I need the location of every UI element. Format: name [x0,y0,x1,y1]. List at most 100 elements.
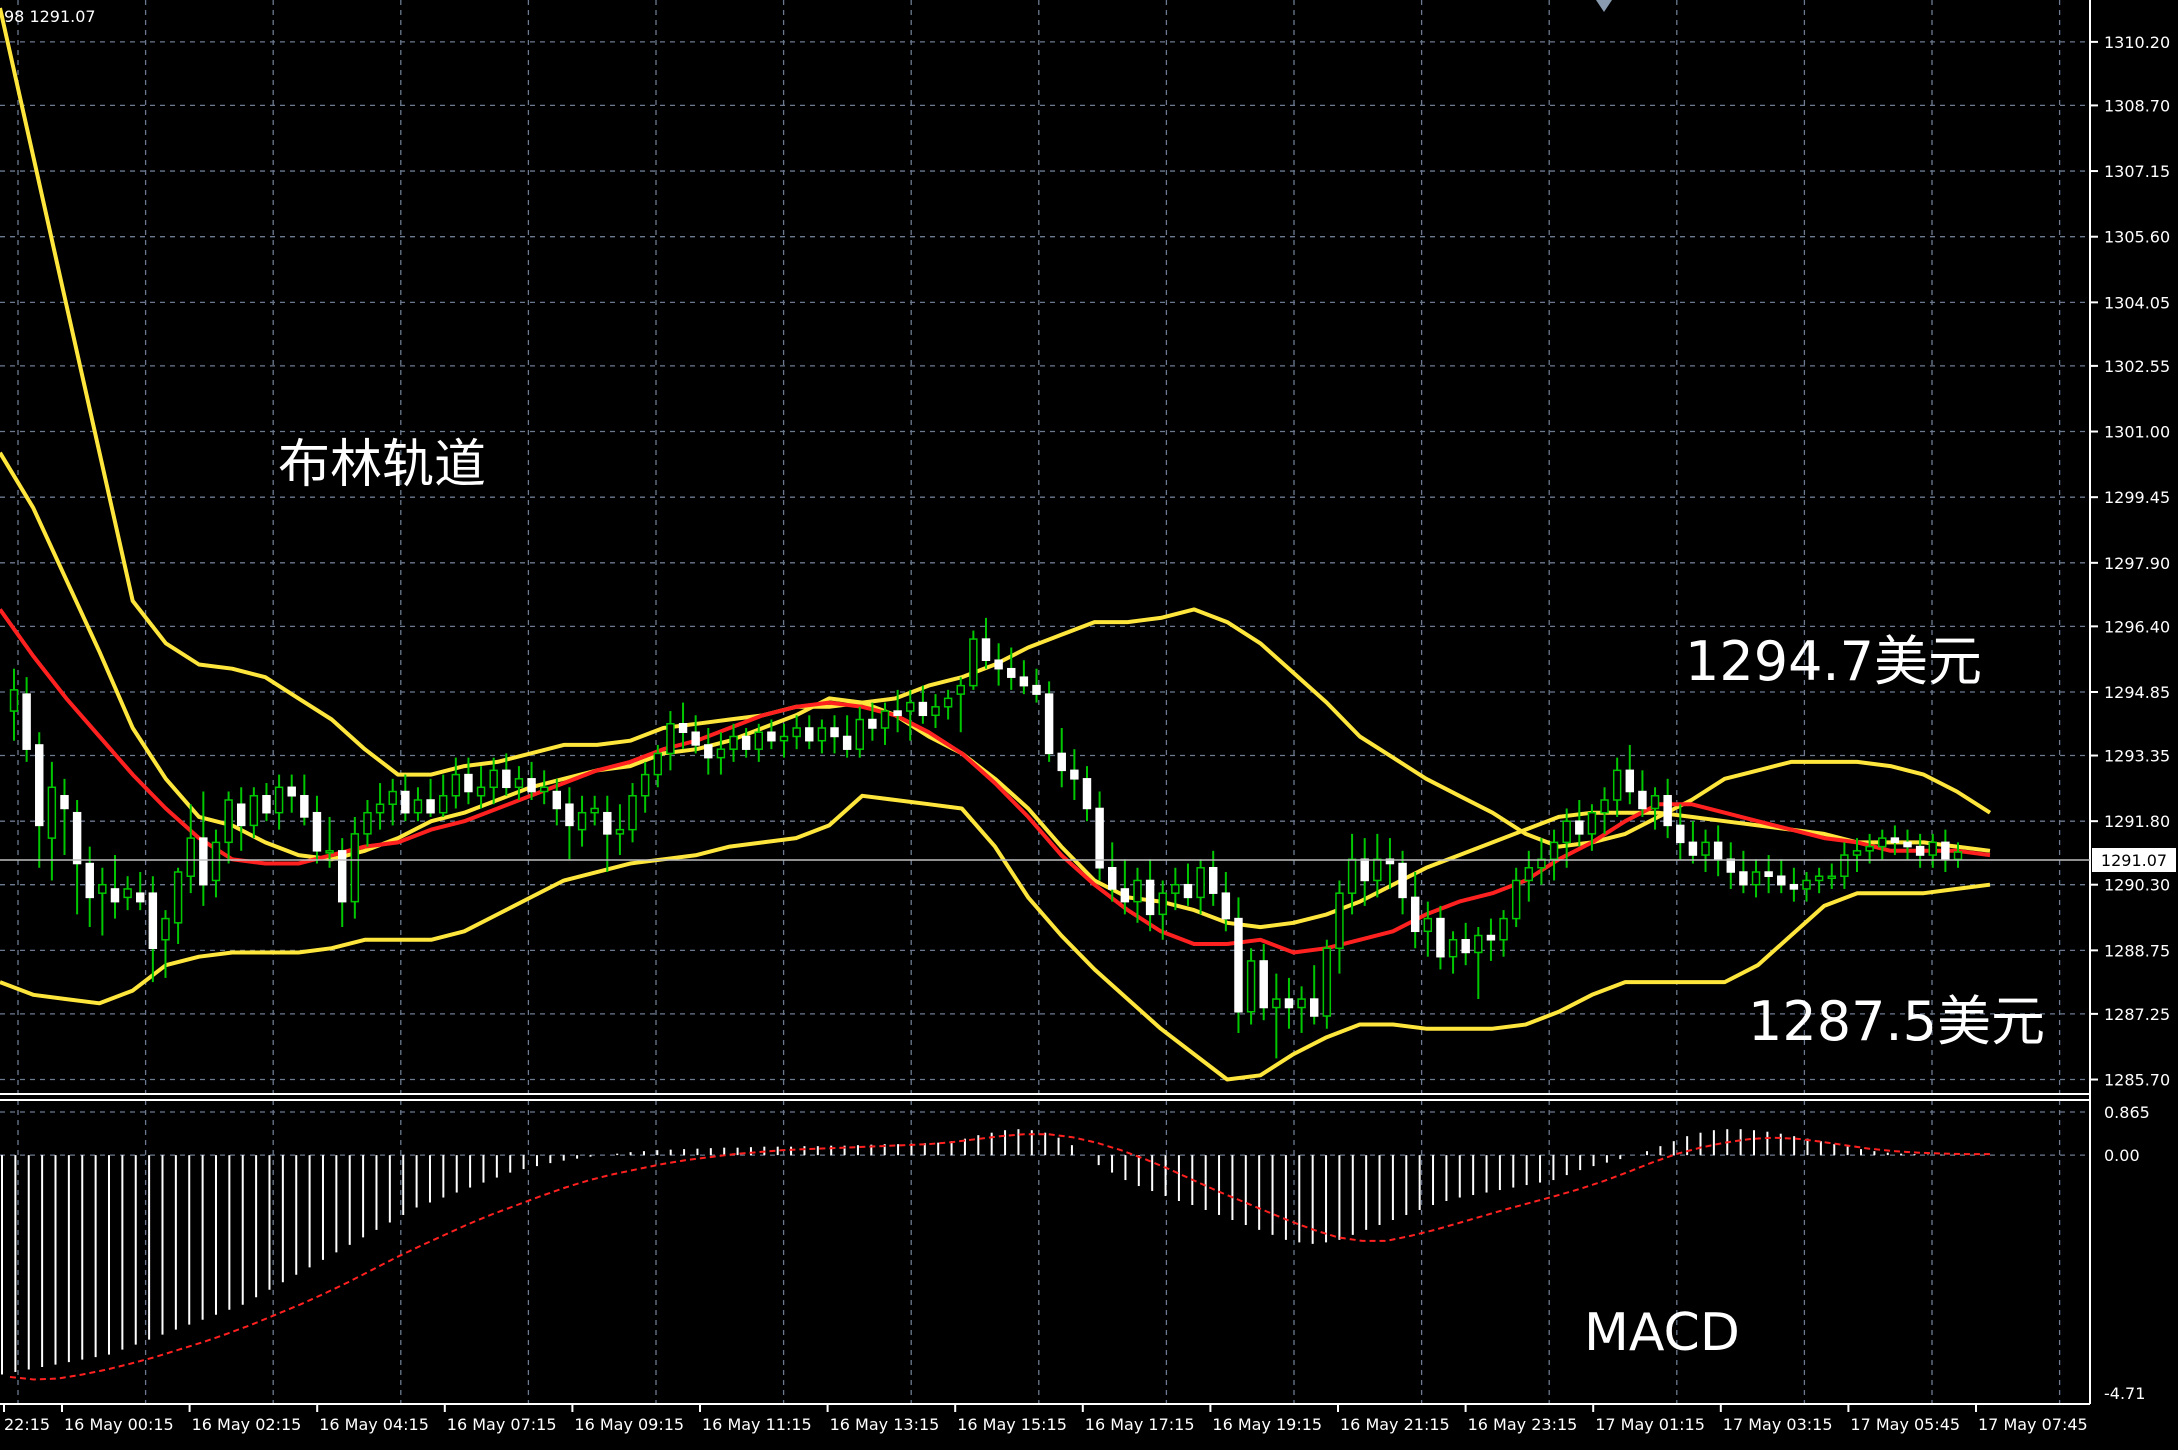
candle-down [136,892,145,903]
candle-up [754,731,764,750]
candle-down [678,723,688,733]
candle-down [767,731,776,742]
candle-up [489,769,498,789]
price-tick-label: 1307.15 [2104,162,2170,181]
candle-down [527,778,536,793]
candle-down [35,744,44,827]
price-tick-label: 1304.05 [2104,293,2170,312]
candle-down [1183,883,1193,899]
candle-up [224,799,233,844]
candle-up [1347,858,1357,894]
chart-background [0,0,2178,1446]
candle-down [704,744,713,759]
candle-up [1297,998,1306,1009]
candle-up [1196,867,1205,899]
candle-up [1272,998,1281,1009]
candle-up [931,706,940,717]
time-tick-label: 16 May 17:15 [1085,1415,1195,1434]
candle-down [1145,879,1155,916]
candle-up [325,850,334,854]
candle-up [249,795,259,827]
candle-down [1903,841,1912,848]
candle-up [1373,858,1382,882]
candle-down [236,803,246,827]
candle-down [464,773,473,793]
candle-down [552,790,562,810]
candle-down [22,693,31,750]
candle-up [716,748,726,759]
time-tick-label: 17 May 07:45 [1978,1415,2088,1434]
candle-down [893,710,902,717]
candle-down [1410,896,1420,933]
candle-up [539,786,549,793]
candle-down [199,837,208,886]
time-tick-label: 16 May 04:15 [319,1415,429,1434]
candle-up [413,799,423,814]
chart-window[interactable]: 1291.07 98 1291.07 1310.20 1308.70 1307.15… [0,0,2178,1446]
candle-down [741,735,751,750]
lower-price-annotation: 1287.5美元 [1748,990,2045,1053]
candle-down [1082,778,1092,810]
candle-up [880,710,890,729]
candle-up [1827,875,1836,879]
candle-down [426,799,435,814]
candle-up [1852,850,1862,856]
candle-down [1057,752,1066,772]
price-tick-label: 1288.75 [2104,941,2170,960]
candle-up [375,803,385,814]
time-tick-label: 22:15 [4,1415,50,1434]
candle-up [1928,841,1937,856]
candle-down [603,811,612,835]
candle-up [628,795,637,831]
candle-up [186,837,195,877]
candle-down [1688,841,1698,856]
candle-down [1309,998,1319,1017]
current-price-label: 1291.07 [2101,851,2167,870]
candle-up [173,871,183,924]
candle-up [1133,879,1142,903]
candle-down [1638,790,1647,810]
candle-down [1360,858,1369,882]
chart-canvas[interactable]: 1291.07 98 1291.07 1310.20 1308.70 1307.15… [0,0,2178,1446]
candle-down [1676,824,1685,844]
candle-down [1575,820,1584,835]
candle-down [1259,960,1268,1009]
candle-down [1284,998,1294,1009]
price-tick-label: 1308.70 [2104,96,2170,115]
candle-up [792,727,801,738]
candle-down [805,727,814,742]
candle-up [47,786,57,839]
candle-down [1234,917,1243,1013]
time-tick-label: 16 May 15:15 [957,1415,1067,1434]
candle-down [1890,837,1900,844]
candle-down [1032,684,1041,695]
candle-up [1751,871,1761,886]
candle-up [1499,917,1508,941]
candle-down [72,811,82,865]
candle-down [1486,934,1496,941]
bollinger-annotation: 布林轨道 [278,435,486,495]
price-tick-label: 1287.25 [2104,1005,2170,1024]
candle-up [1246,960,1256,1013]
candle-up [1423,917,1433,933]
candle-down [1625,769,1635,793]
candle-up [1524,867,1534,882]
candle-down [1070,769,1079,780]
candle-down [691,731,700,746]
candle-up [969,638,978,687]
candle-down [1461,939,1470,954]
candle-up [590,807,599,814]
candle-down [312,811,322,852]
candle-up [438,795,448,814]
price-tick-label: 1301.00 [2104,423,2170,442]
candle-down [981,638,991,661]
candle-down [1777,875,1786,886]
time-tick-label: 16 May 02:15 [192,1415,302,1434]
candle-up [615,828,625,835]
candle-down [1789,883,1799,890]
candle-up [476,786,486,797]
candle-up [729,735,738,750]
candle-down [300,795,309,818]
candle-down [1713,841,1723,861]
time-tick-label: 17 May 03:15 [1723,1415,1833,1434]
